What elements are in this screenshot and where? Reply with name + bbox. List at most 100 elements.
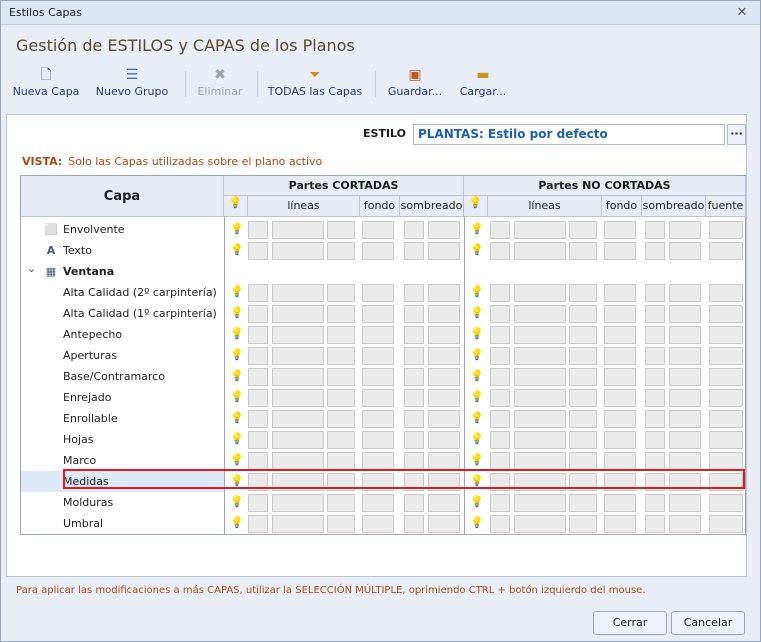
style-cell[interactable] (272, 473, 324, 491)
style-cell[interactable] (604, 515, 636, 533)
style-cell[interactable] (514, 326, 566, 344)
style-cell[interactable] (645, 473, 665, 491)
style-cell[interactable] (669, 221, 701, 239)
style-cell[interactable] (327, 452, 355, 470)
lightbulb-icon[interactable]: 💡 (470, 243, 484, 257)
lightbulb-icon[interactable]: 💡 (470, 348, 484, 362)
style-cell[interactable] (669, 305, 701, 323)
tree-row[interactable]: ⌄ ▦ Ventana (21, 261, 224, 282)
style-cell[interactable] (327, 473, 355, 491)
style-cell[interactable] (428, 410, 460, 428)
style-cell[interactable] (645, 410, 665, 428)
style-cell[interactable] (362, 347, 394, 365)
style-cell[interactable] (490, 326, 510, 344)
style-cell[interactable] (248, 242, 268, 260)
style-cell[interactable] (709, 494, 743, 512)
style-cell[interactable] (569, 452, 597, 470)
style-cell[interactable] (404, 347, 424, 365)
style-cell[interactable] (272, 389, 324, 407)
style-cell[interactable] (709, 347, 743, 365)
style-cell[interactable] (327, 305, 355, 323)
tree-row[interactable]: Molduras (21, 492, 224, 513)
style-cell[interactable] (604, 431, 636, 449)
style-cell[interactable] (514, 452, 566, 470)
style-cell[interactable] (709, 515, 743, 533)
style-cell[interactable] (709, 410, 743, 428)
style-cell[interactable] (327, 431, 355, 449)
style-cell[interactable] (709, 305, 743, 323)
style-cell[interactable] (404, 452, 424, 470)
style-cell[interactable] (709, 389, 743, 407)
style-cell[interactable] (362, 242, 394, 260)
style-cell[interactable] (709, 326, 743, 344)
style-cell[interactable] (604, 494, 636, 512)
lightbulb-icon[interactable]: 💡 (230, 516, 244, 530)
style-cell[interactable] (514, 305, 566, 323)
style-cell[interactable] (327, 242, 355, 260)
style-cell[interactable] (248, 494, 268, 512)
style-cell[interactable] (404, 494, 424, 512)
lightbulb-icon[interactable]: 💡 (230, 369, 244, 383)
tree-row[interactable]: A Texto (21, 240, 224, 261)
style-cell[interactable] (272, 284, 324, 302)
style-cell[interactable] (569, 515, 597, 533)
style-cell[interactable] (362, 368, 394, 386)
style-cell[interactable] (645, 452, 665, 470)
tree-row[interactable]: Enrollable (21, 408, 224, 429)
style-cell[interactable] (428, 515, 460, 533)
style-cell[interactable] (490, 410, 510, 428)
style-cell[interactable] (604, 368, 636, 386)
style-cell[interactable] (248, 515, 268, 533)
close-button[interactable]: Cerrar (593, 611, 667, 635)
lightbulb-icon[interactable]: 💡 (230, 222, 244, 236)
style-cell[interactable] (272, 431, 324, 449)
lightbulb-icon[interactable]: 💡 (470, 306, 484, 320)
style-cell[interactable] (709, 242, 743, 260)
style-cell[interactable] (569, 326, 597, 344)
style-cell[interactable] (327, 284, 355, 302)
column-header-capa[interactable]: Capa (21, 176, 224, 217)
style-cell[interactable] (362, 452, 394, 470)
style-cell[interactable] (428, 326, 460, 344)
style-cell[interactable] (514, 284, 566, 302)
style-cell[interactable] (248, 410, 268, 428)
style-cell[interactable] (362, 305, 394, 323)
style-cell[interactable] (669, 284, 701, 302)
lightbulb-icon[interactable]: 💡 (470, 222, 484, 236)
style-cell[interactable] (404, 515, 424, 533)
style-cell[interactable] (645, 515, 665, 533)
style-cell[interactable] (569, 368, 597, 386)
tree-row[interactable]: Enrejado (21, 387, 224, 408)
style-cell[interactable] (428, 368, 460, 386)
style-cell[interactable] (272, 326, 324, 344)
style-cell[interactable] (404, 410, 424, 428)
style-cell[interactable] (604, 326, 636, 344)
style-cell[interactable] (669, 347, 701, 365)
style-cell[interactable] (248, 452, 268, 470)
style-cell[interactable] (404, 368, 424, 386)
style-cell[interactable] (514, 473, 566, 491)
style-cell[interactable] (362, 515, 394, 533)
style-cell[interactable] (272, 452, 324, 470)
style-cell[interactable] (362, 410, 394, 428)
style-cell[interactable] (327, 326, 355, 344)
style-cell[interactable] (669, 326, 701, 344)
lightbulb-icon[interactable]: 💡 (230, 327, 244, 341)
style-cell[interactable] (428, 494, 460, 512)
style-cell[interactable] (709, 221, 743, 239)
style-cell[interactable] (604, 410, 636, 428)
style-cell[interactable] (645, 389, 665, 407)
lightbulb-icon[interactable]: 💡 (230, 243, 244, 257)
chevron-down-icon[interactable]: ⌄ (27, 258, 36, 279)
style-cell[interactable] (490, 347, 510, 365)
style-cell[interactable] (709, 473, 743, 491)
style-cell[interactable] (272, 305, 324, 323)
style-cell[interactable] (604, 242, 636, 260)
style-cell[interactable] (404, 242, 424, 260)
style-cell[interactable] (709, 368, 743, 386)
lightbulb-icon[interactable]: 💡 (230, 474, 244, 488)
tree-row[interactable]: Marco (21, 450, 224, 471)
close-icon[interactable]: ✕ (734, 5, 750, 21)
style-cell[interactable] (645, 305, 665, 323)
style-cell[interactable] (272, 515, 324, 533)
